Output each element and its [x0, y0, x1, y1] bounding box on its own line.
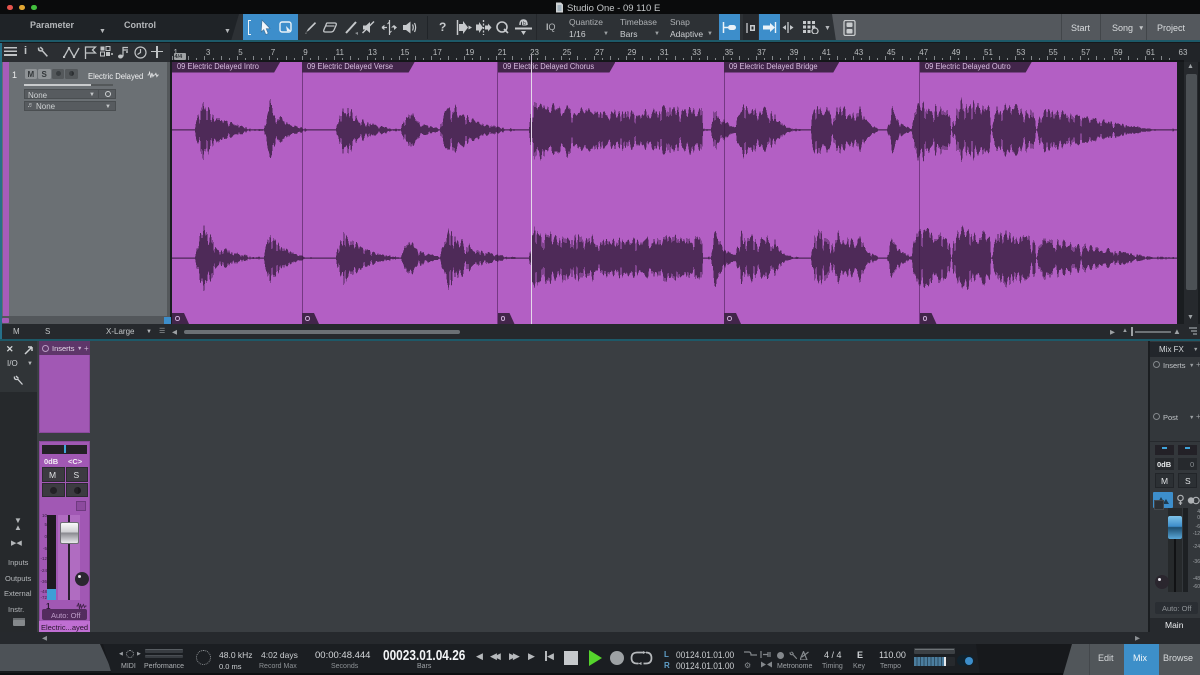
svg-text:b: b	[523, 21, 526, 27]
